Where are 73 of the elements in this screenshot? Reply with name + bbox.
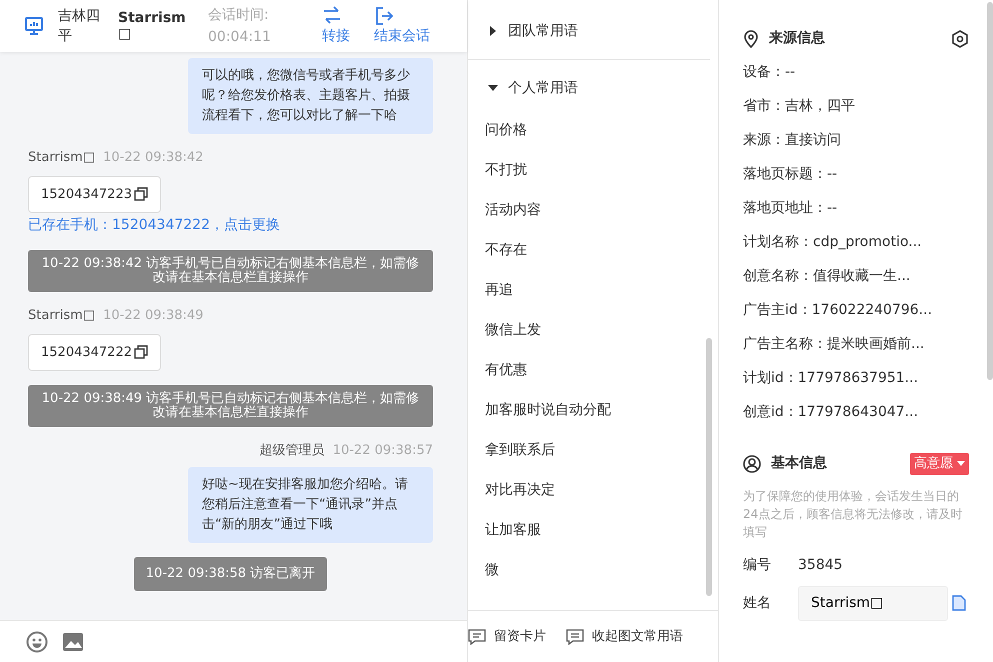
info-field: 来源：直接访问 [743,123,969,157]
phrase-item[interactable]: 让加客服 [468,510,718,550]
visitor-name: Starrism□ [118,10,187,42]
phrase-group-header[interactable]: 个人常用语 [468,66,598,110]
info-field: 创意名称：值得收藏一生... [743,259,969,293]
copy-icon[interactable] [134,187,148,202]
sender-name: Starrism□ [28,308,96,323]
phrase-item[interactable]: 微信上发 [468,310,718,350]
phrase-item[interactable]: 不存在 [468,230,718,270]
phone-number: 15204347223 [41,186,132,204]
message-time: 10-22 09:38:42 [103,150,204,165]
sender-name: Starrism□ [28,150,96,165]
image-icon[interactable] [62,632,84,652]
scrollbar-thumb[interactable] [987,2,993,380]
field-value: 35845 [798,556,843,574]
swap-arrows-icon [322,6,342,26]
collapse-button[interactable]: 收起图文常用语 [566,626,683,646]
message-time: 10-22 09:38:49 [103,308,204,323]
info-field: 创意id：177978643047... [743,395,969,429]
info-field: 设备：-- [743,55,969,89]
phrase-item[interactable]: 有优惠 [468,350,718,390]
change-phone-link[interactable]: 已存在手机：15204347222，点击更换 [28,215,433,236]
caret-down-icon [488,83,498,93]
message-time: 10-22 09:38:57 [332,443,433,458]
session-time: 00:04:11 [208,28,272,47]
name-input[interactable]: Starrism□ [798,586,948,620]
message-bubble: 可以的哦，您微信号或者手机号多少呢？给您发价格表、主题客片、拍摄流程看下，您可以对比了解一下哈 [188,58,433,134]
comment-icon [468,628,486,644]
location-text: 吉林四平 [58,7,101,46]
user-icon [743,454,761,473]
caret-down-icon [957,460,965,466]
phrase-item[interactable]: 对比再决定 [468,470,718,510]
copy-icon[interactable] [134,345,148,360]
session-time-label: 会话时间: [208,6,270,25]
phone-number: 15204347222 [41,344,132,362]
exit-icon [374,6,394,26]
monitor-icon [24,16,44,36]
info-field: 广告主名称：提米映画婚前... [743,327,969,361]
field-label: 姓名 [743,594,772,612]
section-title: 来源信息 [769,29,825,48]
phrase-item[interactable]: 加客服时说自动分配 [468,390,718,430]
system-message: 10-22 09:38:42 访客手机号已自动标记右侧基本信息栏，如需修改请在基本信息栏直接操作 [28,250,433,292]
settings-icon[interactable] [951,30,969,48]
phrase-item[interactable]: 不打扰 [468,150,718,190]
card-button[interactable]: 留资卡片 [468,626,546,646]
notice-text: 为了保障您的使用体验，会话发生当日的24点之后，顾客信息将无法修改，请及时填写 [743,488,964,540]
scrollbar-thumb[interactable] [706,338,712,596]
phrase-item[interactable]: 拿到联系后 [468,430,718,470]
info-field: 广告主id：176022240796... [743,293,969,327]
info-field: 落地页标题：-- [743,157,969,191]
location-pin-icon [743,30,759,48]
transfer-button[interactable]: 转接 [322,6,350,46]
phrase-item[interactable]: 活动内容 [468,190,718,230]
phrase-group-header[interactable]: 团队常用语 [468,9,598,53]
system-message: 10-22 09:38:49 访客手机号已自动标记右侧基本信息栏，如需修改请在基本信息栏直接操作 [28,385,433,427]
phrase-item[interactable]: 微 [468,550,718,590]
info-field: 计划名称：cdp_promotio... [743,225,969,259]
emoji-icon[interactable] [26,630,48,652]
system-message: 10-22 09:38:58 访客已离开 [134,556,328,590]
sender-name: 超级管理员 [260,443,325,458]
intent-tag-dropdown[interactable]: 高意愿 [910,453,969,474]
info-field: 计划id：177978637951... [743,361,969,395]
section-title: 基本信息 [771,454,827,474]
phrase-item[interactable]: 再追 [468,270,718,310]
message-bubble: 好哒~现在安排客服加您介绍哈。请您稍后注意查看一下“通讯录”并点击“新的朋友”通过下哦 [188,466,433,542]
phrase-item[interactable]: 问价格 [468,110,718,150]
document-icon[interactable] [952,595,966,611]
comment-icon [566,628,584,644]
caret-right-icon [488,26,498,36]
info-field: 省市：吉林，四平 [743,89,969,123]
field-label: 编号 [743,556,772,574]
end-session-button[interactable]: 结束会话 [374,6,430,46]
info-field: 落地页地址：-- [743,191,969,225]
